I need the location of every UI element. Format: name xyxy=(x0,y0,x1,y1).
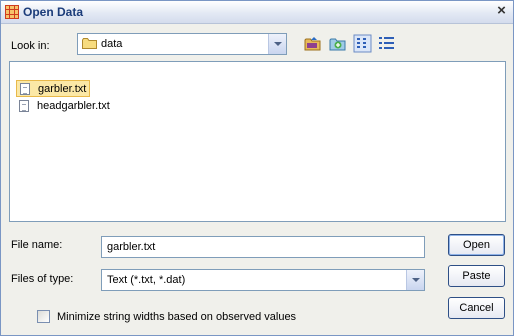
details-view-icon[interactable] xyxy=(377,34,396,53)
title-bar[interactable]: Open Data × xyxy=(1,1,513,24)
open-button[interactable]: Open xyxy=(448,234,505,256)
list-item[interactable]: garbler.txt xyxy=(16,80,91,97)
files-of-type-dropdown[interactable]: Text (*.txt, *.dat) xyxy=(101,269,425,291)
files-of-type-label: Files of type: xyxy=(11,273,74,285)
new-folder-icon[interactable] xyxy=(328,34,347,53)
file-name-label: garbler.txt xyxy=(38,83,87,95)
text-file-icon xyxy=(19,100,29,112)
close-icon[interactable]: × xyxy=(493,3,510,20)
file-name-label: headgarbler.txt xyxy=(37,100,110,112)
files-of-type-value: Text (*.txt, *.dat) xyxy=(107,274,186,286)
list-item[interactable]: headgarbler.txt xyxy=(16,98,113,115)
minimize-widths-checkbox[interactable] xyxy=(37,310,50,323)
folder-icon xyxy=(82,38,97,49)
minimize-widths-label[interactable]: Minimize string widths based on observed… xyxy=(57,311,296,323)
window-title: Open Data xyxy=(23,5,84,19)
look-in-value: data xyxy=(101,38,123,50)
look-in-label: Look in: xyxy=(11,40,50,52)
look-in-dropdown[interactable]: data xyxy=(77,33,287,55)
up-one-level-icon[interactable] xyxy=(303,34,322,53)
app-icon xyxy=(5,5,19,19)
open-data-dialog: Open Data × Look in: data garbler.txt he… xyxy=(0,0,514,336)
file-list[interactable]: garbler.txt headgarbler.txt xyxy=(9,61,506,222)
cancel-button[interactable]: Cancel xyxy=(448,297,505,319)
file-name-input[interactable]: garbler.txt xyxy=(101,236,425,258)
list-view-icon[interactable] xyxy=(353,34,372,53)
chevron-down-icon[interactable] xyxy=(406,270,424,290)
paste-button[interactable]: Paste xyxy=(448,265,505,287)
file-name-label: File name: xyxy=(11,239,63,251)
chevron-down-icon[interactable] xyxy=(268,34,286,54)
text-file-icon xyxy=(20,83,30,95)
